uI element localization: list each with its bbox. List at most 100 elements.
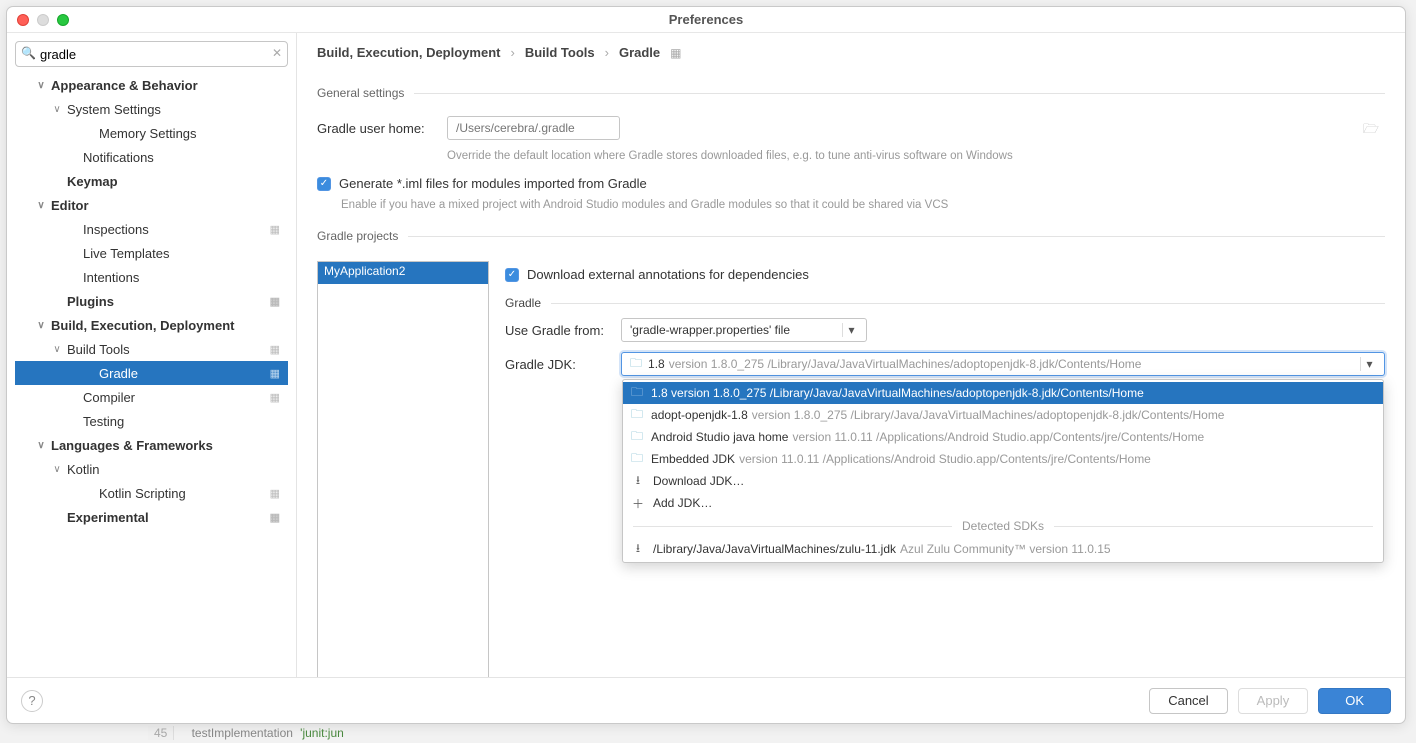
gradle-home-hint: Override the default location where Grad… — [447, 150, 1385, 162]
apply-button: Apply — [1238, 688, 1309, 714]
jdk-option[interactable]: 🗀Embedded JDKversion 11.0.11 /Applicatio… — [623, 448, 1383, 470]
download-annotations-label[interactable]: Download external annotations for depend… — [527, 267, 809, 282]
titlebar: Preferences — [7, 7, 1405, 33]
browse-folder-icon[interactable]: 🗁 — [1363, 120, 1379, 142]
chevron-icon: ∨ — [49, 344, 65, 355]
project-item[interactable]: MyApplication2 — [318, 262, 488, 284]
project-list: MyApplication2 — [317, 261, 489, 677]
tree-item-label: Live Templates — [83, 246, 169, 261]
gradle-home-input[interactable] — [447, 116, 620, 140]
search-icon: 🔍 — [21, 46, 36, 60]
tree-item-gradle[interactable]: Gradle▦ — [15, 361, 288, 385]
sdk-icon: ⭳ — [631, 539, 645, 560]
zoom-icon[interactable] — [57, 14, 69, 26]
tree-item-notifications[interactable]: Notifications — [15, 145, 288, 169]
chevron-icon: ∨ — [49, 104, 65, 115]
tree-item-label: Plugins — [67, 294, 114, 309]
projects-area: MyApplication2 ✓ Download external annot… — [317, 261, 1385, 677]
project-settings: ✓ Download external annotations for depe… — [505, 261, 1385, 677]
use-gradle-from-row: Use Gradle from: 'gradle-wrapper.propert… — [505, 318, 1385, 342]
tree-item-inspections[interactable]: Inspections▦ — [15, 217, 288, 241]
tree-item-compiler[interactable]: Compiler▦ — [15, 385, 288, 409]
gear-icon: ▦ — [270, 511, 280, 524]
chevron-right-icon: › — [605, 45, 609, 60]
option-label: Embedded JDK — [651, 452, 735, 466]
folder-icon: 🗀 — [630, 354, 642, 375]
minimize-icon — [37, 14, 49, 26]
tree-item-memory-settings[interactable]: Memory Settings — [15, 121, 288, 145]
jdk-option[interactable]: ⭳ Download JDK… — [623, 470, 1383, 492]
download-icon: ⭳ — [631, 471, 645, 492]
main-panel: Build, Execution, Deployment › Build Too… — [297, 33, 1405, 677]
search-input[interactable] — [15, 41, 288, 67]
tree-item-keymap[interactable]: Keymap — [15, 169, 288, 193]
use-gradle-from-combo[interactable]: 'gradle-wrapper.properties' file ▾ — [621, 318, 867, 342]
tree-item-build-execution-deployment[interactable]: ∨Build, Execution, Deployment — [15, 313, 288, 337]
breadcrumb-item: Gradle — [619, 45, 660, 60]
jdk-option[interactable]: 🗀Android Studio java homeversion 11.0.11… — [623, 426, 1383, 448]
folder-icon: 🗀 — [631, 449, 643, 470]
cancel-button[interactable]: Cancel — [1149, 688, 1227, 714]
breadcrumb: Build, Execution, Deployment › Build Too… — [317, 45, 1385, 60]
jdk-option[interactable]: 🗀adopt-openjdk-1.8version 1.8.0_275 /Lib… — [623, 404, 1383, 426]
chevron-down-icon: ▾ — [842, 323, 860, 337]
use-gradle-from-value: 'gradle-wrapper.properties' file — [630, 323, 790, 337]
tree-item-live-templates[interactable]: Live Templates — [15, 241, 288, 265]
gear-icon: ▦ — [270, 343, 280, 356]
chevron-icon: ∨ — [33, 200, 49, 211]
section-gradle: Gradle — [505, 296, 1385, 310]
folder-icon: 🗀 — [631, 383, 643, 404]
help-button[interactable]: ? — [21, 690, 43, 712]
tree-item-editor[interactable]: ∨Editor — [15, 193, 288, 217]
editor-background: 45 testImplementation 'junit:jun — [148, 726, 344, 741]
clear-search-icon[interactable]: ✕ — [272, 46, 282, 60]
tree-item-label: Memory Settings — [99, 126, 197, 141]
tree-item-system-settings[interactable]: ∨System Settings — [15, 97, 288, 121]
folder-icon: 🗀 — [631, 405, 643, 426]
settings-tree: ∨Appearance & Behavior∨System Settings Me… — [15, 73, 288, 669]
generate-iml-row: ✓ Generate *.iml files for modules impor… — [317, 176, 1385, 191]
breadcrumb-item[interactable]: Build Tools — [525, 45, 595, 60]
gear-icon: ▦ — [670, 46, 681, 60]
option-label: Download JDK… — [653, 474, 744, 488]
tree-item-label: Intentions — [83, 270, 139, 285]
jdk-option[interactable]: 🗀1.8 version 1.8.0_275 /Library/Java/Jav… — [623, 382, 1383, 404]
tree-item-label: Build, Execution, Deployment — [51, 318, 234, 333]
use-gradle-from-label: Use Gradle from: — [505, 323, 621, 338]
generate-iml-label[interactable]: Generate *.iml files for modules importe… — [339, 176, 647, 191]
tree-item-languages-frameworks[interactable]: ∨Languages & Frameworks — [15, 433, 288, 457]
tree-item-label: Experimental — [67, 510, 149, 525]
generate-iml-checkbox[interactable]: ✓ — [317, 177, 331, 191]
tree-item-kotlin[interactable]: ∨Kotlin — [15, 457, 288, 481]
download-annotations-checkbox[interactable]: ✓ — [505, 268, 519, 282]
window-controls — [17, 14, 69, 26]
chevron-icon: ∨ — [33, 80, 49, 91]
generate-iml-hint: Enable if you have a mixed project with … — [341, 199, 1385, 211]
gradle-jdk-combo[interactable]: 🗀 1.8 version 1.8.0_275 /Library/Java/Ja… — [621, 352, 1385, 376]
tree-item-testing[interactable]: Testing — [15, 409, 288, 433]
tree-item-label: Keymap — [67, 174, 118, 189]
jdk-option[interactable]: ＋Add JDK… — [623, 492, 1383, 514]
tree-item-kotlin-scripting[interactable]: Kotlin Scripting▦ — [15, 481, 288, 505]
tree-item-intentions[interactable]: Intentions — [15, 265, 288, 289]
breadcrumb-item[interactable]: Build, Execution, Deployment — [317, 45, 500, 60]
section-general-settings: General settings — [317, 86, 1385, 100]
tree-item-appearance-behavior[interactable]: ∨Appearance & Behavior — [15, 73, 288, 97]
option-detail: version 1.8.0_275 /Library/Java/JavaVirt… — [752, 408, 1225, 422]
tree-item-experimental[interactable]: Experimental ▦ — [15, 505, 288, 529]
tree-item-build-tools[interactable]: ∨Build Tools▦ — [15, 337, 288, 361]
jdk-detail: version 1.8.0_275 /Library/Java/JavaVirt… — [669, 357, 1142, 371]
window-title: Preferences — [7, 12, 1405, 27]
option-detail: Azul Zulu Community™ version 11.0.15 — [900, 542, 1111, 556]
option-label: Add JDK… — [653, 496, 712, 510]
tree-item-plugins[interactable]: Plugins▦ — [15, 289, 288, 313]
jdk-option-detected[interactable]: ⭳/Library/Java/JavaVirtualMachines/zulu-… — [623, 538, 1383, 560]
ok-button[interactable]: OK — [1318, 688, 1391, 714]
gear-icon: ▦ — [270, 391, 280, 404]
search-wrap: 🔍 ✕ — [15, 41, 288, 67]
close-icon[interactable] — [17, 14, 29, 26]
tree-item-label: Gradle — [99, 366, 138, 381]
chevron-right-icon: › — [510, 45, 514, 60]
option-detail: version 11.0.11 /Applications/Android St… — [792, 430, 1204, 444]
chevron-icon: ∨ — [33, 320, 49, 331]
